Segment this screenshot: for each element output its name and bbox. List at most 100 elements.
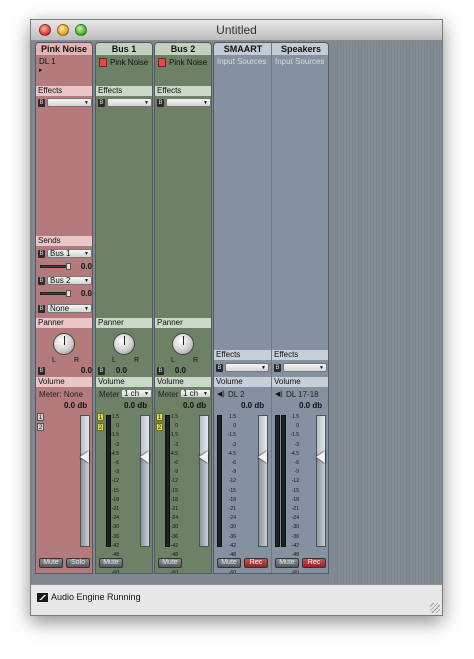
title-bar[interactable]: Untitled — [31, 20, 442, 41]
send2-popup[interactable]: Bus 2 ▼ — [47, 276, 92, 285]
send2-bypass-button[interactable]: B — [38, 277, 45, 285]
db-scale-tick: -15 — [111, 487, 119, 494]
input-source[interactable]: DL 1 — [39, 57, 56, 66]
speakers-input-sources[interactable]: Input Sources — [275, 57, 324, 66]
fader-fill — [81, 457, 89, 546]
send2-value: 0.0 — [80, 289, 92, 298]
resize-grip-icon[interactable] — [430, 603, 440, 613]
bypass-button[interactable]: B — [157, 99, 164, 107]
fader-thumb[interactable] — [80, 451, 89, 464]
send1-popup[interactable]: Bus 1 ▼ — [47, 249, 92, 258]
db-scale-tick: -12 — [291, 478, 299, 485]
input-source[interactable]: Pink Noise — [110, 58, 148, 67]
fader-thumb[interactable] — [258, 451, 267, 464]
db-scale-tick: -3 — [114, 441, 119, 448]
pan-bypass-button[interactable]: B — [38, 367, 45, 375]
db-scale-tick: -24 — [170, 515, 178, 522]
channel-2-badge[interactable]: 2 — [97, 423, 104, 431]
speakers-volume-fader[interactable] — [316, 415, 326, 547]
effects-popup[interactable]: ▼ — [166, 98, 211, 107]
mute-button[interactable]: Mute — [158, 558, 182, 568]
mute-button[interactable]: Mute — [99, 558, 123, 568]
speakers-output[interactable]: DL 17-18 — [286, 390, 319, 399]
channel-1-badge[interactable]: 1 — [156, 413, 163, 421]
db-scale-tick: -15 — [170, 487, 178, 494]
volume-header: Volume — [155, 377, 211, 387]
input-source[interactable]: Pink Noise — [169, 58, 207, 67]
send3-popup[interactable]: None ▼ — [47, 304, 92, 313]
smaart-mute-button[interactable]: Mute — [217, 558, 241, 568]
db-scale-tick: 0 — [296, 423, 299, 430]
db-scale-tick: -1.5 — [290, 432, 299, 439]
channel-strip-bus-2: Bus 2 Pink Noise Effects B ▼ Panner L R … — [154, 42, 212, 574]
solo-button[interactable]: Solo — [66, 558, 90, 568]
db-scale-tick: -30 — [228, 524, 236, 531]
channel-2-badge[interactable]: 2 — [37, 423, 44, 431]
smaart-input-sources[interactable]: Input Sources — [217, 57, 266, 66]
db-scale-tick: -6 — [114, 460, 119, 467]
speakers-effects-popup[interactable]: ▼ — [283, 363, 327, 372]
db-scale-tick: -36 — [170, 533, 178, 540]
status-text: Audio Engine Running — [51, 592, 141, 602]
strip-name-smaart[interactable]: SMAART — [214, 43, 272, 55]
smaart-volume-fader[interactable] — [258, 415, 268, 547]
fader-thumb[interactable] — [199, 451, 208, 464]
meter-channels-popup[interactable]: 1 ch ▼ — [121, 389, 152, 398]
volume-fader[interactable] — [140, 415, 150, 547]
smaart-output[interactable]: DL 2 — [228, 390, 245, 399]
strip-name[interactable]: Bus 1 — [96, 43, 152, 55]
pan-knob[interactable] — [113, 333, 135, 355]
smaart-volume-header: Volume — [214, 377, 271, 387]
speakers-mute-button[interactable]: Mute — [275, 558, 299, 568]
bypass-button[interactable]: B — [38, 99, 45, 107]
pan-right-label: R — [134, 357, 140, 364]
send2-level-slider[interactable] — [40, 290, 71, 297]
send1-bypass-button[interactable]: B — [38, 250, 45, 258]
speakers-bypass-button[interactable]: B — [274, 364, 281, 372]
smaart-bypass-button[interactable]: B — [216, 364, 223, 372]
channel-1-badge[interactable]: 1 — [97, 413, 104, 421]
pan-knob[interactable] — [172, 333, 194, 355]
expand-triangle-icon[interactable]: ▸ — [39, 66, 43, 74]
fader-thumb[interactable] — [316, 451, 325, 464]
effects-popup[interactable]: ▼ — [107, 98, 152, 107]
db-scale-tick: -9 — [114, 469, 119, 476]
chevron-down-icon: ▼ — [144, 100, 149, 106]
db-scale-tick: -60 — [228, 570, 236, 574]
strip-name-speakers[interactable]: Speakers — [272, 43, 328, 55]
send1-value: 0.0 — [80, 262, 92, 271]
send3-bypass-button[interactable]: B — [38, 305, 45, 313]
strip-name[interactable]: Bus 2 — [155, 43, 211, 55]
meter-channels-popup[interactable]: 1 ch ▼ — [180, 389, 211, 398]
db-scale-tick: -4.5 — [110, 450, 119, 457]
db-scale-tick: -60 — [170, 570, 178, 574]
pan-bypass-button[interactable]: B — [157, 367, 164, 375]
pan-left-label: L — [52, 357, 56, 364]
channel-2-badge[interactable]: 2 — [156, 423, 163, 431]
db-scale-tick: -9 — [231, 469, 236, 476]
pan-bypass-button[interactable]: B — [98, 367, 105, 375]
meter-label[interactable]: Meter: None — [39, 390, 83, 399]
pan-knob[interactable] — [53, 333, 75, 355]
effects-header: Effects — [36, 86, 92, 96]
strip-name[interactable]: Pink Noise — [36, 43, 92, 55]
volume-fader[interactable] — [199, 415, 209, 547]
meter-label: Meter — [99, 390, 120, 399]
fader-thumb[interactable] — [140, 451, 149, 464]
smaart-rec-button[interactable]: Rec — [244, 558, 268, 568]
smaart-db-value: 0.0 db — [241, 401, 265, 410]
db-scale-tick: 0 — [233, 423, 236, 430]
effects-popup[interactable]: ▼ — [47, 98, 92, 107]
bypass-button[interactable]: B — [98, 99, 105, 107]
db-scale-tick: 0 — [175, 423, 178, 430]
db-scale-tick: -30 — [111, 524, 119, 531]
channel-1-badge[interactable]: 1 — [37, 413, 44, 421]
smaart-effects-popup[interactable]: ▼ — [225, 363, 269, 372]
mute-button[interactable]: Mute — [39, 558, 63, 568]
chevron-down-icon: ▼ — [144, 391, 149, 397]
db-scale-tick: -15 — [228, 487, 236, 494]
send1-level-slider[interactable] — [40, 263, 71, 270]
speakers-rec-button[interactable]: Rec — [302, 558, 326, 568]
volume-fader[interactable] — [80, 415, 90, 547]
chevron-down-icon: ▼ — [84, 306, 89, 312]
